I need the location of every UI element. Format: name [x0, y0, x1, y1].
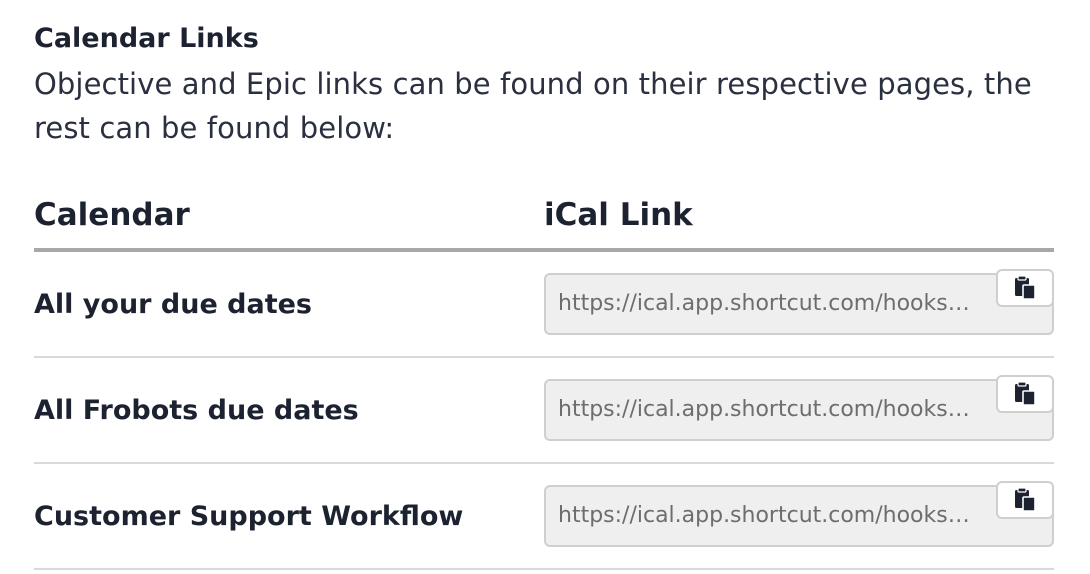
copy-link-button[interactable]	[996, 481, 1054, 519]
clipboard-copy-icon	[1013, 487, 1037, 513]
ical-link-input[interactable]: https://ical.app.shortcut.com/hooks/...	[546, 487, 986, 545]
copy-link-button[interactable]	[996, 269, 1054, 307]
clipboard-copy-icon	[1013, 275, 1037, 301]
column-header-ical-link: iCal Link	[544, 197, 693, 233]
column-header-calendar: Calendar	[34, 197, 190, 233]
table-header: Calendar iCal Link	[34, 182, 1054, 252]
clipboard-copy-icon	[1013, 381, 1037, 407]
copy-link-button[interactable]	[996, 375, 1054, 413]
section-description: Objective and Epic links can be found on…	[34, 67, 1032, 145]
ical-link-field: https://ical.app.shortcut.com/hooks/...	[544, 481, 1054, 547]
calendar-links-table: Calendar iCal Link All your due dates ht…	[34, 182, 1054, 570]
ical-link-input[interactable]: https://ical.app.shortcut.com/hooks/...	[546, 381, 986, 439]
calendar-name: All your due dates	[34, 288, 312, 320]
section-title: Calendar Links	[34, 23, 259, 54]
calendar-links-section: Calendar Links Objective and Epic links …	[34, 20, 1054, 150]
table-row: All Frobots due dates https://ical.app.s…	[34, 358, 1054, 464]
ical-link-field: https://ical.app.shortcut.com/hooks/...	[544, 375, 1054, 441]
calendar-name: All Frobots due dates	[34, 394, 359, 426]
table-row: All your due dates https://ical.app.shor…	[34, 252, 1054, 358]
table-row: Customer Support Workflow https://ical.a…	[34, 464, 1054, 570]
ical-link-input[interactable]: https://ical.app.shortcut.com/hooks/...	[546, 275, 986, 333]
calendar-name: Customer Support Workflow	[34, 500, 464, 532]
ical-link-field: https://ical.app.shortcut.com/hooks/...	[544, 269, 1054, 335]
